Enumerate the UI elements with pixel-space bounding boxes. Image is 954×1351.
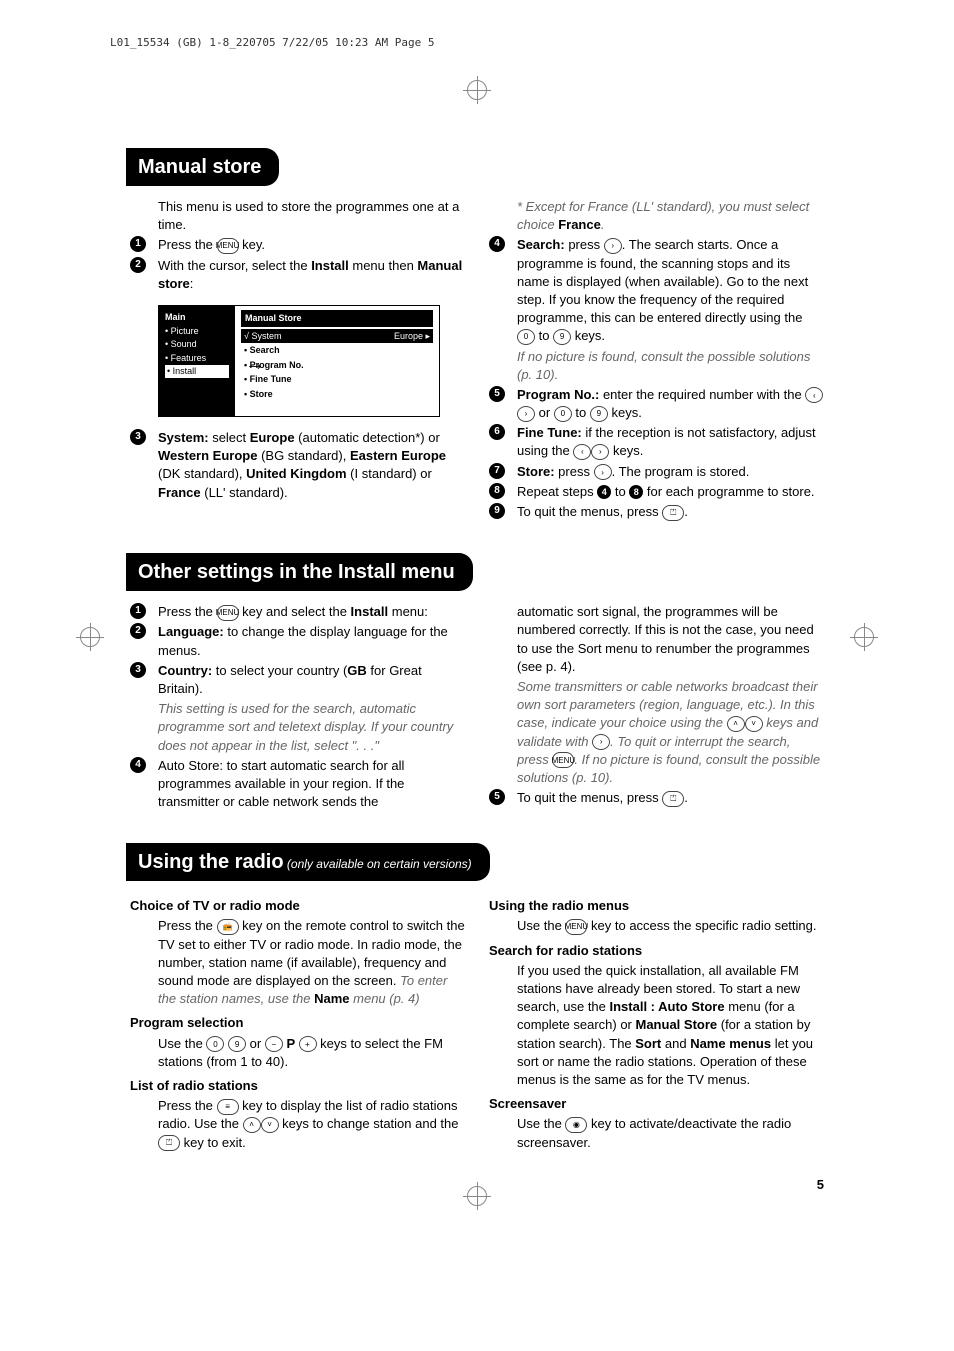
os-step-4: 4Auto Store: to start automatic search f…: [130, 757, 465, 812]
screensaver-text: Use the ◉ key to activate/deactivate the…: [489, 1115, 824, 1151]
menu-screenshot: Main • Picture • Sound • Features • Inst…: [158, 305, 440, 417]
panel-item-program-no: • Program No.: [241, 358, 433, 373]
heading-manual-store: Manual store: [126, 148, 279, 186]
crop-mark-top: [467, 80, 487, 107]
step-3: 3System: select Europe (automatic detect…: [130, 429, 465, 502]
os-step-3-note: This setting is used for the search, aut…: [130, 700, 465, 755]
menu-key-icon: MENU: [565, 919, 587, 935]
note-france: * Except for France (LL' standard), you …: [489, 198, 824, 234]
menu-key-icon: MENU: [217, 238, 239, 254]
program-selection-text: Use the 0 9 or − P + keys to select the …: [130, 1035, 465, 1071]
using-menus-text: Use the MENU key to access the specific …: [489, 917, 824, 935]
menu-title: Main: [165, 311, 229, 324]
step-4: 4Search: press ›. The search starts. Onc…: [489, 236, 824, 345]
os-step-2: 2Language: to change the display languag…: [130, 623, 465, 659]
step-1: 1Press the MENU key.: [130, 236, 465, 254]
crop-mark-left: [80, 627, 100, 654]
key-0-icon: 0: [206, 1036, 224, 1052]
section-using-radio: Using the radio (only available on certa…: [130, 835, 824, 1153]
left-key-icon: ‹: [805, 387, 823, 403]
screensaver-key-icon: ◉: [565, 1117, 587, 1133]
up-key-icon: ˄: [243, 1117, 261, 1133]
crop-mark-right: [854, 627, 874, 654]
print-header: L01_15534 (GB) 1-8_220705 7/22/05 10:23 …: [110, 35, 435, 50]
step-2: 2With the cursor, select the Install men…: [130, 257, 465, 293]
key-9-icon: 9: [228, 1036, 246, 1052]
step-4-note: If no picture is found, consult the poss…: [489, 348, 824, 384]
exit-key-icon: ⏍: [158, 1135, 180, 1151]
exit-key-icon: ⏍: [662, 791, 684, 807]
menu-item-features: • Features: [165, 352, 229, 365]
os-right-note: Some transmitters or cable networks broa…: [489, 678, 824, 787]
step-9: 9To quit the menus, press ⏍.: [489, 503, 824, 521]
menu-item-install: • Install: [165, 365, 229, 378]
down-key-icon: ˅: [745, 716, 763, 732]
right-key-icon: ›: [592, 734, 610, 750]
right-key-icon: ›: [604, 238, 622, 254]
plus-key-icon: +: [299, 1036, 317, 1052]
list-stations-text: Press the ≡ key to display the list of r…: [130, 1097, 465, 1152]
heading-other-settings: Other settings in the Install menu: [126, 553, 473, 591]
panel-item-fine-tune: • Fine Tune: [241, 372, 433, 387]
program-selection-header: Program selection: [130, 1014, 465, 1032]
using-menus-header: Using the radio menus: [489, 897, 824, 915]
screensaver-header: Screensaver: [489, 1095, 824, 1113]
heading-using-radio: Using the radio (only available on certa…: [126, 843, 490, 881]
up-key-icon: ˄: [727, 716, 745, 732]
step-6: 6Fine Tune: if the reception is not sati…: [489, 424, 824, 460]
choice-header: Choice of TV or radio mode: [130, 897, 465, 915]
menu-item-picture: • Picture: [165, 325, 229, 338]
key-9-icon: 9: [553, 329, 571, 345]
menu-key-icon: MENU: [552, 752, 574, 768]
intro-text: This menu is used to store the programme…: [130, 198, 465, 234]
right-key-icon: ›: [594, 464, 612, 480]
minus-key-icon: −: [265, 1036, 283, 1052]
section-manual-store: Manual store This menu is used to store …: [130, 140, 824, 523]
os-step-3: 3Country: to select your country (GB for…: [130, 662, 465, 698]
exit-key-icon: ⏍: [662, 505, 684, 521]
choice-text: Press the 📻 key on the remote control to…: [130, 917, 465, 1008]
menu-key-icon: MENU: [217, 605, 239, 621]
right-key-icon: ›: [591, 444, 609, 460]
menu-item-sound: • Sound: [165, 338, 229, 351]
key-9-icon: 9: [590, 406, 608, 422]
panel-row-system: √ SystemEurope ▸: [241, 329, 433, 344]
step-7: 7Store: press ›. The program is stored.: [489, 463, 824, 481]
list-stations-header: List of radio stations: [130, 1077, 465, 1095]
os-right-1: automatic sort signal, the programmes wi…: [489, 603, 824, 676]
right-key-icon: ›: [517, 406, 535, 422]
list-key-icon: ≡: [217, 1099, 239, 1115]
left-key-icon: ‹: [573, 444, 591, 460]
panel-title: Manual Store: [241, 310, 433, 327]
key-0-icon: 0: [517, 329, 535, 345]
panel-item-store: • Store: [241, 387, 433, 402]
step-8: 8Repeat steps 4 to 8 for each programme …: [489, 483, 824, 501]
menu-panel: Manual Store √ SystemEurope ▸ • Search •…: [235, 306, 439, 416]
key-0-icon: 0: [554, 406, 572, 422]
section-other-settings: Other settings in the Install menu 1Pres…: [130, 545, 824, 813]
tv-radio-key-icon: 📻: [217, 919, 239, 935]
menu-sidebar: Main • Picture • Sound • Features • Inst…: [159, 306, 235, 416]
os-step-1: 1Press the MENU key and select the Insta…: [130, 603, 465, 621]
search-stations-text: If you used the quick installation, all …: [489, 962, 824, 1089]
search-stations-header: Search for radio stations: [489, 942, 824, 960]
os-step-5: 5To quit the menus, press ⏍.: [489, 789, 824, 807]
panel-item-search: • Search: [241, 343, 433, 358]
crop-mark-bottom: [467, 1186, 487, 1213]
arrow-down-icon: ↓: [214, 389, 225, 420]
down-key-icon: ˅: [261, 1117, 279, 1133]
step-5: 5Program No.: enter the required number …: [489, 386, 824, 422]
